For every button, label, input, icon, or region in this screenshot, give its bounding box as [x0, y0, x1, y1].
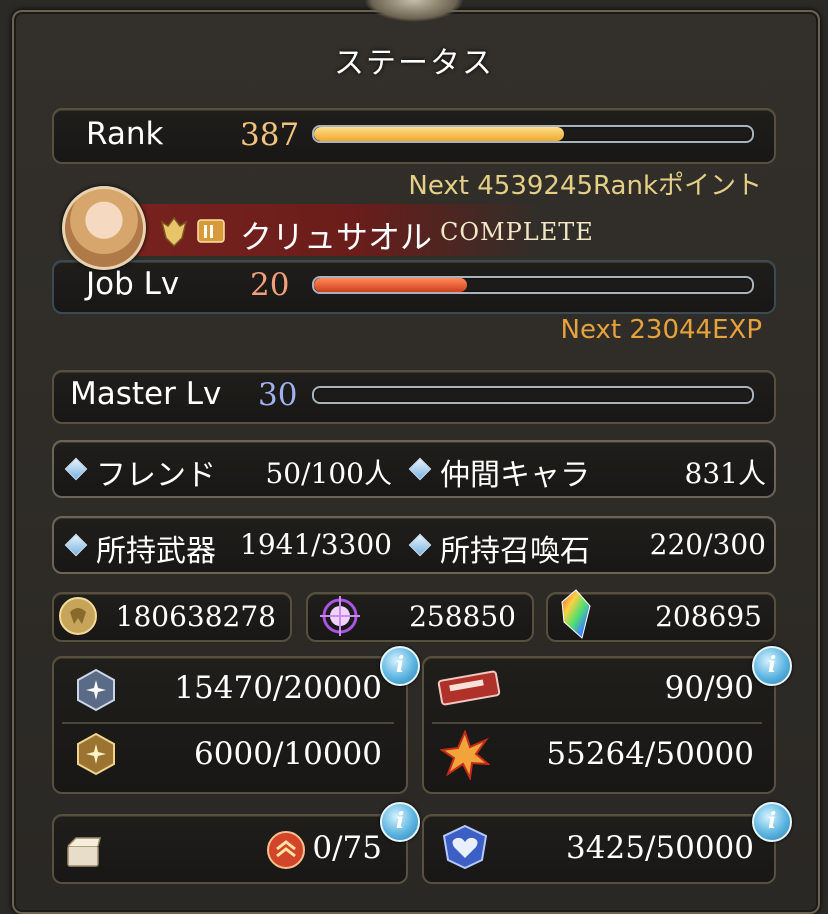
- chest-icon: [66, 836, 102, 874]
- page-title: ステータス: [334, 46, 494, 81]
- job-level-badge-icon: [196, 216, 225, 248]
- renown-value: 15470/20000: [174, 670, 382, 706]
- renown-icon: [74, 668, 118, 716]
- ticket-value: 90/90: [664, 670, 754, 706]
- ap-bp-info-button[interactable]: i: [752, 646, 792, 686]
- chest-info-button[interactable]: i: [380, 802, 420, 842]
- burst-icon: [439, 729, 491, 784]
- master-level-label: Master Lv: [70, 376, 222, 412]
- divider: [432, 722, 762, 724]
- crystal-value: 208695: [655, 600, 762, 633]
- weapons-label: 所持武器: [96, 534, 216, 569]
- rank-label: Rank: [86, 116, 164, 152]
- prestige-icon: [74, 732, 118, 780]
- ticket-icon: [436, 668, 502, 712]
- job-complete-badge: COMPLETE: [440, 218, 594, 246]
- job-progress-bar: [312, 276, 754, 294]
- crystal-shard-value: 258850: [409, 600, 516, 633]
- heart-info-button[interactable]: i: [752, 802, 792, 842]
- rupie-value: 180638278: [115, 600, 276, 633]
- rank-progress-bar: [312, 125, 754, 143]
- rank-chevron-icon: [266, 830, 306, 874]
- rank-next: Next 4539245Rankポイント: [408, 171, 762, 201]
- friends-value: 50/100人: [265, 457, 392, 490]
- avatar[interactable]: [62, 186, 146, 270]
- companions-value: 831人: [684, 457, 766, 490]
- rank-progress-fill: [314, 127, 564, 141]
- job-level-label: Job Lv: [86, 266, 180, 302]
- burst-value: 55264/50000: [546, 736, 754, 772]
- summons-label: 所持召喚石: [440, 534, 590, 569]
- rainbow-crystal-icon: [558, 588, 594, 644]
- chest-value: 0/75: [312, 830, 382, 866]
- master-progress-bar: [312, 386, 754, 404]
- heart-value: 3425/50000: [566, 830, 754, 866]
- weapons-value: 1941/3300: [240, 528, 392, 561]
- renown-info-button[interactable]: i: [380, 646, 420, 686]
- summons-value: 220/300: [649, 528, 766, 561]
- friends-label: フレンド: [96, 458, 216, 493]
- job-level-value: 20: [250, 267, 290, 303]
- job-name: クリュサオル: [240, 218, 433, 256]
- job-progress-fill: [314, 278, 468, 292]
- rank-value: 387: [240, 117, 300, 153]
- rupie-coin-icon: [58, 596, 98, 640]
- crystal-shard-icon: [318, 594, 362, 642]
- class-emblem-icon: [160, 216, 188, 248]
- prestige-value: 6000/10000: [194, 736, 382, 772]
- companions-label: 仲間キャラ: [440, 458, 590, 493]
- heart-icon: [440, 822, 490, 874]
- divider: [62, 722, 394, 724]
- frame-ornament: [364, 0, 464, 22]
- job-next-exp: Next 23044EXP: [560, 315, 762, 345]
- master-level-value: 30: [258, 377, 298, 413]
